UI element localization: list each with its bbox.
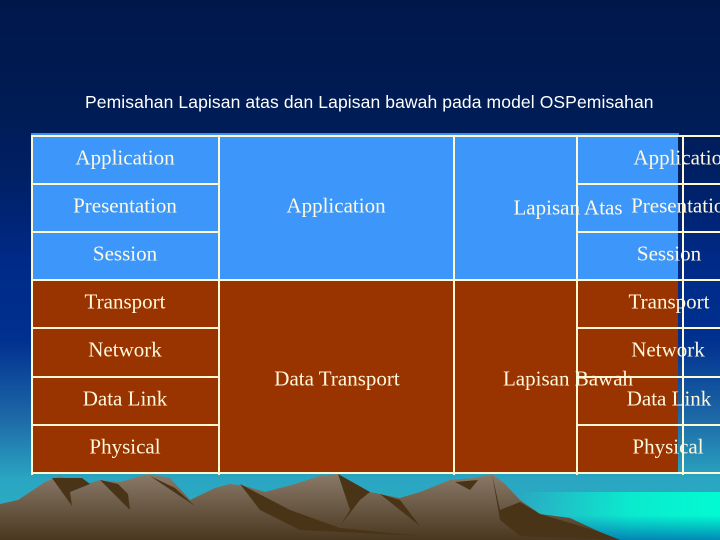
mountain-landscape-icon [0, 474, 620, 540]
layer-cell-presentation-right: Presentation [631, 193, 720, 218]
merged-cell-data-transport: Data Transport [274, 366, 400, 391]
layer-cell-physical: Physical [89, 434, 161, 459]
layer-cell-physical-right: Physical [632, 434, 704, 459]
merged-cell-application: Application [286, 193, 386, 218]
group-label-lapisan-bawah: Lapisan Bawah [502, 366, 634, 391]
grid-line [31, 135, 720, 137]
layer-cell-session-right: Session [636, 241, 702, 266]
layer-cell-transport-right: Transport [628, 289, 710, 314]
layer-cell-data-link: Data Link [82, 386, 168, 411]
grid-line [31, 279, 720, 281]
grid-line [577, 231, 720, 233]
layer-cell-data-link-right: Data Link [626, 386, 712, 411]
layer-cell-application-right: Application [633, 145, 720, 170]
layer-cell-application: Application [75, 145, 175, 170]
group-label-lapisan-atas: Lapisan Atas [513, 195, 623, 220]
slide-title: Pemisahan Lapisan atas dan Lapisan bawah… [85, 92, 654, 112]
layer-cell-network: Network [88, 337, 162, 362]
grid-line [577, 183, 720, 185]
layer-cell-transport: Transport [84, 289, 166, 314]
layer-cell-presentation: Presentation [73, 193, 177, 218]
grid-line [577, 424, 720, 426]
grid-line [31, 327, 219, 329]
layer-cell-network-right: Network [631, 337, 705, 362]
grid-line [31, 231, 219, 233]
grid-line [577, 327, 720, 329]
grid-line [31, 424, 219, 426]
grid-line [453, 135, 455, 475]
layer-cell-session: Session [92, 241, 158, 266]
grid-line [31, 183, 219, 185]
grid-line [31, 376, 219, 378]
